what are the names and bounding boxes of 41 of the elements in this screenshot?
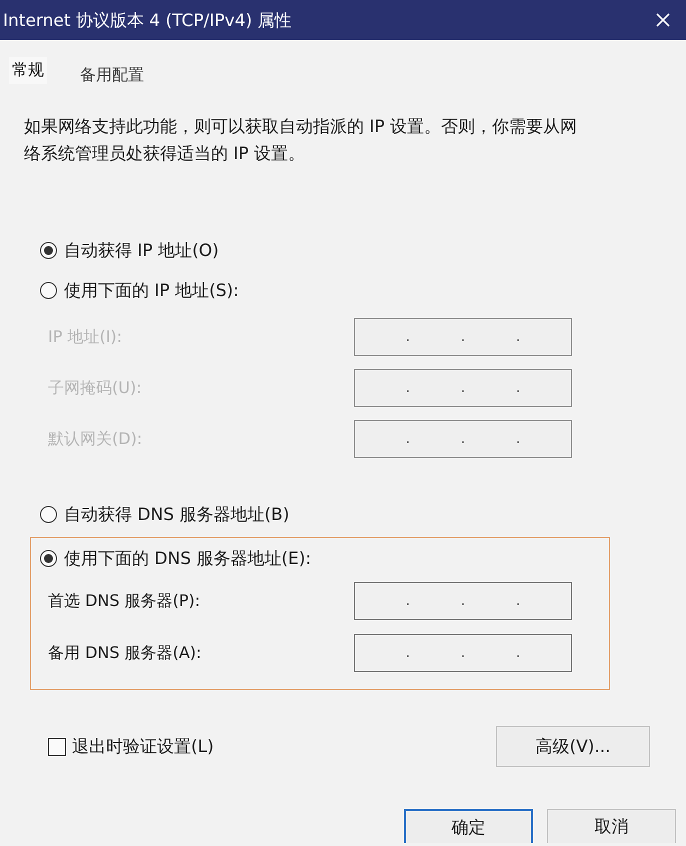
advanced-button[interactable]: 高级(V)... [496, 726, 650, 767]
octet-separator: . [516, 381, 520, 395]
octet-separator: . [460, 432, 466, 446]
option-label: 使用下面的 DNS 服务器地址(E): [64, 548, 312, 570]
octet-separator: . [460, 330, 466, 344]
octet-separator: . [406, 330, 410, 344]
field-label: 备用 DNS 服务器(A): [48, 642, 202, 664]
ok-button[interactable]: 确定 [404, 809, 533, 843]
option-label: 自动获得 IP 地址(O) [64, 240, 219, 262]
octet-separator: . [460, 381, 466, 395]
description-text: 如果网络支持此功能，则可以获取自动指派的 IP 设置。否则，你需要从网络系统管理员处获得适当的 IP 设置。 [24, 116, 578, 166]
radio-button[interactable] [40, 550, 57, 566]
radio-button[interactable] [40, 282, 57, 298]
close-button[interactable] [656, 13, 670, 27]
octet-separator: . [516, 646, 520, 660]
octet-separator: . [406, 594, 410, 608]
checkbox[interactable] [48, 738, 66, 756]
field-label: 子网掩码(U): [48, 378, 143, 398]
octet-separator: . [406, 381, 410, 395]
octet-separator: . [406, 432, 410, 446]
window-title: Internet 协议版本 4 (TCP/IPv4) 属性 [3, 10, 292, 32]
ip-address-field[interactable]: . . . [354, 582, 572, 620]
field-label: 首选 DNS 服务器(P): [48, 590, 202, 612]
radio-button[interactable] [40, 242, 57, 258]
octet-separator: . [406, 646, 410, 660]
radio-button[interactable] [40, 506, 57, 522]
tab[interactable]: 常规 [9, 57, 47, 84]
octet-separator: . [516, 330, 520, 344]
octet-separator: . [460, 594, 466, 608]
option-label: 使用下面的 IP 地址(S): [64, 280, 239, 302]
close-icon [656, 13, 670, 27]
octet-separator: . [460, 646, 466, 660]
option-label: 自动获得 DNS 服务器地址(B) [64, 504, 290, 526]
octet-separator: . [516, 594, 520, 608]
cancel-button[interactable]: 取消 [547, 809, 676, 843]
octet-separator: . [516, 432, 520, 446]
tab[interactable]: 备用配置 [77, 62, 147, 89]
field-label: 默认网关(D): [48, 428, 144, 450]
field-label: IP 地址(I): [48, 326, 124, 348]
checkbox-label: 退出时验证设置(L) [72, 736, 214, 758]
ip-address-field[interactable]: . . . [354, 634, 572, 672]
